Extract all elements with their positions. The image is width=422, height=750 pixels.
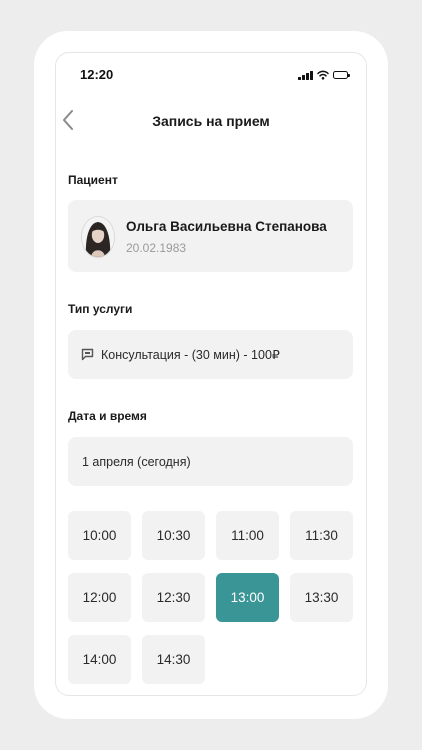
time-slot[interactable]: 11:30 [290,511,353,560]
date-select[interactable]: 1 апреля (сегодня) [68,437,353,486]
time-slot[interactable]: 11:00 [216,511,279,560]
patient-section-label: Пациент [68,173,118,187]
patient-name: Ольга Васильевна Степанова [126,219,327,234]
datetime-section-label: Дата и время [68,409,147,423]
time-slot[interactable]: 13:30 [290,573,353,622]
status-time: 12:20 [80,67,114,82]
avatar [81,216,115,258]
time-slot[interactable]: 10:30 [142,511,205,560]
time-slot[interactable]: 10:00 [68,511,131,560]
battery-icon [332,71,350,79]
signal-icon [298,70,313,80]
patient-dob: 20.02.1983 [126,241,187,255]
time-slot[interactable]: 12:00 [68,573,131,622]
time-slot[interactable]: 14:30 [142,635,205,684]
service-select[interactable]: Консультация - (30 мин) - 100₽ [68,330,353,379]
time-slot[interactable]: 14:00 [68,635,131,684]
page-title: Запись на прием [152,113,270,129]
status-icons [298,70,350,80]
service-section-label: Тип услуги [68,302,133,316]
date-text: 1 апреля (сегодня) [82,454,191,469]
time-slot[interactable]: 13:00 [216,573,279,622]
service-text: Консультация - (30 мин) - 100₽ [101,348,280,362]
chat-icon [81,348,95,362]
time-slot[interactable]: 12:30 [142,573,205,622]
wifi-icon [316,70,329,80]
patient-card[interactable]: Ольга Васильевна Степанова 20.02.1983 [68,200,353,272]
